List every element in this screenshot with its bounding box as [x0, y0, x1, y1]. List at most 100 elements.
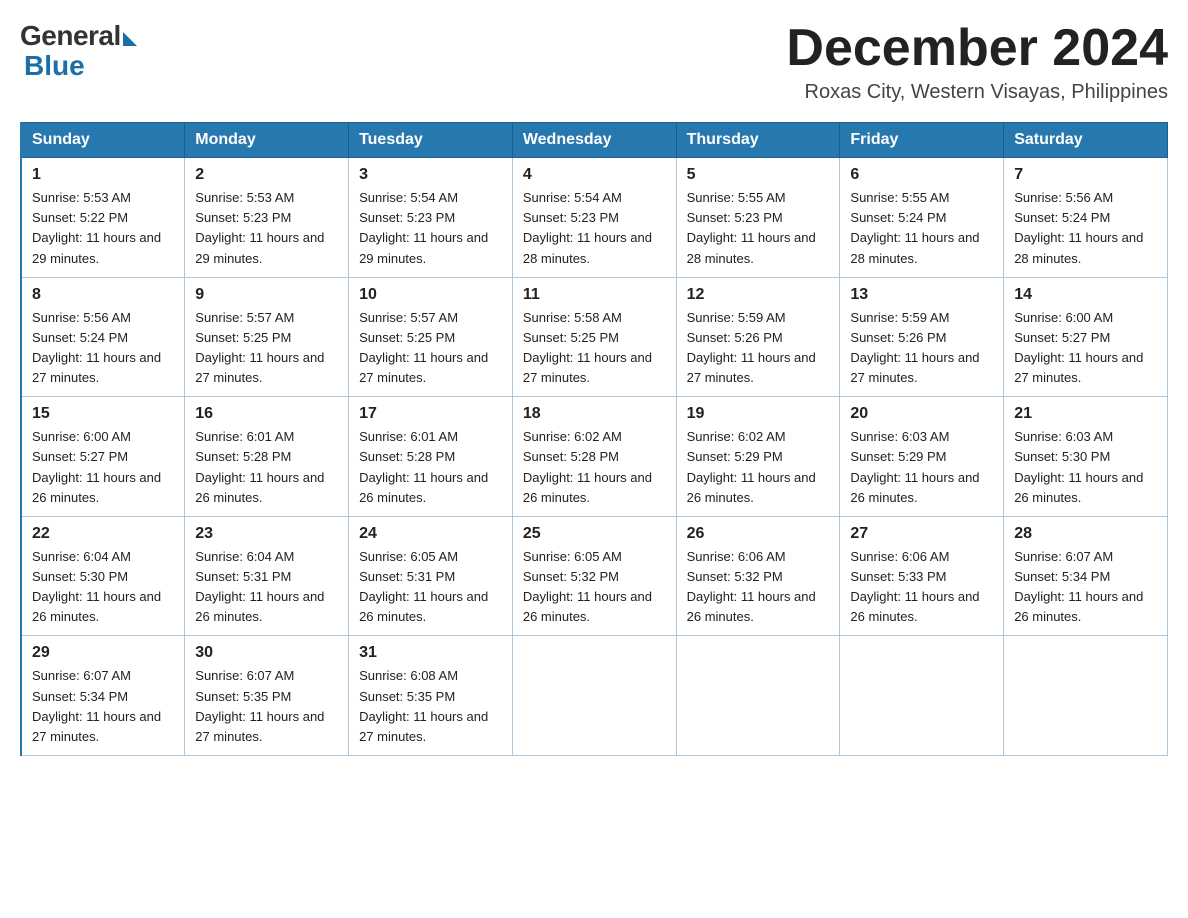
daylight-label: Daylight: 11 hours and 28 minutes.: [1014, 230, 1143, 265]
daylight-label: Daylight: 11 hours and 26 minutes.: [195, 589, 324, 624]
daylight-label: Daylight: 11 hours and 26 minutes.: [359, 589, 488, 624]
sunset-label: Sunset: 5:32 PM: [687, 569, 783, 584]
sunset-label: Sunset: 5:22 PM: [32, 210, 128, 225]
day-number: 12: [687, 286, 830, 304]
day-info: Sunrise: 6:07 AM Sunset: 5:34 PM Dayligh…: [1014, 547, 1157, 628]
calendar-cell: 24 Sunrise: 6:05 AM Sunset: 5:31 PM Dayl…: [349, 516, 513, 636]
calendar-cell: 28 Sunrise: 6:07 AM Sunset: 5:34 PM Dayl…: [1004, 516, 1168, 636]
daylight-label: Daylight: 11 hours and 28 minutes.: [687, 230, 816, 265]
sunset-label: Sunset: 5:23 PM: [359, 210, 455, 225]
calendar-cell: 4 Sunrise: 5:54 AM Sunset: 5:23 PM Dayli…: [512, 158, 676, 278]
sunrise-label: Sunrise: 5:55 AM: [687, 190, 786, 205]
day-of-week-header: Wednesday: [512, 123, 676, 158]
sunset-label: Sunset: 5:23 PM: [195, 210, 291, 225]
calendar-cell: 13 Sunrise: 5:59 AM Sunset: 5:26 PM Dayl…: [840, 277, 1004, 397]
sunrise-label: Sunrise: 6:06 AM: [687, 549, 786, 564]
day-of-week-header: Saturday: [1004, 123, 1168, 158]
day-number: 26: [687, 525, 830, 543]
sunset-label: Sunset: 5:24 PM: [850, 210, 946, 225]
daylight-label: Daylight: 11 hours and 26 minutes.: [195, 470, 324, 505]
calendar-table: SundayMondayTuesdayWednesdayThursdayFrid…: [20, 122, 1168, 756]
day-number: 22: [32, 525, 174, 543]
calendar-cell: 7 Sunrise: 5:56 AM Sunset: 5:24 PM Dayli…: [1004, 158, 1168, 278]
calendar-cell: 18 Sunrise: 6:02 AM Sunset: 5:28 PM Dayl…: [512, 397, 676, 517]
calendar-cell: 10 Sunrise: 5:57 AM Sunset: 5:25 PM Dayl…: [349, 277, 513, 397]
day-info: Sunrise: 5:57 AM Sunset: 5:25 PM Dayligh…: [359, 308, 502, 389]
calendar-cell: 15 Sunrise: 6:00 AM Sunset: 5:27 PM Dayl…: [21, 397, 185, 517]
day-info: Sunrise: 5:56 AM Sunset: 5:24 PM Dayligh…: [32, 308, 174, 389]
sunset-label: Sunset: 5:34 PM: [32, 689, 128, 704]
day-info: Sunrise: 6:06 AM Sunset: 5:33 PM Dayligh…: [850, 547, 993, 628]
daylight-label: Daylight: 11 hours and 28 minutes.: [850, 230, 979, 265]
daylight-label: Daylight: 11 hours and 27 minutes.: [523, 350, 652, 385]
sunrise-label: Sunrise: 6:01 AM: [359, 429, 458, 444]
sunrise-label: Sunrise: 5:57 AM: [195, 310, 294, 325]
daylight-label: Daylight: 11 hours and 26 minutes.: [523, 589, 652, 624]
sunrise-label: Sunrise: 6:07 AM: [195, 668, 294, 683]
calendar-cell: 14 Sunrise: 6:00 AM Sunset: 5:27 PM Dayl…: [1004, 277, 1168, 397]
daylight-label: Daylight: 11 hours and 27 minutes.: [850, 350, 979, 385]
month-year-title: December 2024: [786, 20, 1168, 77]
calendar-cell: 19 Sunrise: 6:02 AM Sunset: 5:29 PM Dayl…: [676, 397, 840, 517]
calendar-cell: 3 Sunrise: 5:54 AM Sunset: 5:23 PM Dayli…: [349, 158, 513, 278]
calendar-week-row: 1 Sunrise: 5:53 AM Sunset: 5:22 PM Dayli…: [21, 158, 1168, 278]
sunrise-label: Sunrise: 6:07 AM: [32, 668, 131, 683]
calendar-cell: 1 Sunrise: 5:53 AM Sunset: 5:22 PM Dayli…: [21, 158, 185, 278]
sunrise-label: Sunrise: 6:01 AM: [195, 429, 294, 444]
sunset-label: Sunset: 5:28 PM: [195, 449, 291, 464]
calendar-cell: 25 Sunrise: 6:05 AM Sunset: 5:32 PM Dayl…: [512, 516, 676, 636]
calendar-cell: [512, 636, 676, 756]
day-number: 30: [195, 644, 338, 662]
sunset-label: Sunset: 5:24 PM: [32, 330, 128, 345]
sunset-label: Sunset: 5:31 PM: [195, 569, 291, 584]
sunset-label: Sunset: 5:25 PM: [359, 330, 455, 345]
sunrise-label: Sunrise: 6:05 AM: [359, 549, 458, 564]
day-number: 19: [687, 405, 830, 423]
day-info: Sunrise: 6:02 AM Sunset: 5:29 PM Dayligh…: [687, 427, 830, 508]
sunrise-label: Sunrise: 5:56 AM: [1014, 190, 1113, 205]
sunset-label: Sunset: 5:26 PM: [850, 330, 946, 345]
sunrise-label: Sunrise: 6:07 AM: [1014, 549, 1113, 564]
calendar-cell: 16 Sunrise: 6:01 AM Sunset: 5:28 PM Dayl…: [185, 397, 349, 517]
day-number: 4: [523, 166, 666, 184]
day-number: 3: [359, 166, 502, 184]
day-number: 27: [850, 525, 993, 543]
daylight-label: Daylight: 11 hours and 26 minutes.: [32, 470, 161, 505]
day-of-week-header: Monday: [185, 123, 349, 158]
sunset-label: Sunset: 5:27 PM: [1014, 330, 1110, 345]
day-number: 8: [32, 286, 174, 304]
sunset-label: Sunset: 5:27 PM: [32, 449, 128, 464]
day-number: 14: [1014, 286, 1157, 304]
day-number: 7: [1014, 166, 1157, 184]
daylight-label: Daylight: 11 hours and 29 minutes.: [195, 230, 324, 265]
day-number: 13: [850, 286, 993, 304]
day-info: Sunrise: 6:05 AM Sunset: 5:32 PM Dayligh…: [523, 547, 666, 628]
daylight-label: Daylight: 11 hours and 29 minutes.: [32, 230, 161, 265]
day-info: Sunrise: 6:07 AM Sunset: 5:35 PM Dayligh…: [195, 666, 338, 747]
daylight-label: Daylight: 11 hours and 26 minutes.: [1014, 470, 1143, 505]
calendar-cell: 6 Sunrise: 5:55 AM Sunset: 5:24 PM Dayli…: [840, 158, 1004, 278]
daylight-label: Daylight: 11 hours and 26 minutes.: [687, 589, 816, 624]
sunrise-label: Sunrise: 5:59 AM: [850, 310, 949, 325]
sunrise-label: Sunrise: 5:55 AM: [850, 190, 949, 205]
sunset-label: Sunset: 5:28 PM: [359, 449, 455, 464]
day-info: Sunrise: 6:01 AM Sunset: 5:28 PM Dayligh…: [195, 427, 338, 508]
day-number: 17: [359, 405, 502, 423]
calendar-cell: 22 Sunrise: 6:04 AM Sunset: 5:30 PM Dayl…: [21, 516, 185, 636]
sunset-label: Sunset: 5:24 PM: [1014, 210, 1110, 225]
day-info: Sunrise: 5:57 AM Sunset: 5:25 PM Dayligh…: [195, 308, 338, 389]
daylight-label: Daylight: 11 hours and 27 minutes.: [687, 350, 816, 385]
day-of-week-header: Friday: [840, 123, 1004, 158]
calendar-week-row: 22 Sunrise: 6:04 AM Sunset: 5:30 PM Dayl…: [21, 516, 1168, 636]
day-number: 16: [195, 405, 338, 423]
sunset-label: Sunset: 5:23 PM: [523, 210, 619, 225]
day-number: 2: [195, 166, 338, 184]
day-info: Sunrise: 5:55 AM Sunset: 5:23 PM Dayligh…: [687, 188, 830, 269]
calendar-cell: 26 Sunrise: 6:06 AM Sunset: 5:32 PM Dayl…: [676, 516, 840, 636]
day-info: Sunrise: 6:03 AM Sunset: 5:30 PM Dayligh…: [1014, 427, 1157, 508]
sunrise-label: Sunrise: 6:04 AM: [32, 549, 131, 564]
day-info: Sunrise: 6:07 AM Sunset: 5:34 PM Dayligh…: [32, 666, 174, 747]
daylight-label: Daylight: 11 hours and 27 minutes.: [32, 350, 161, 385]
sunset-label: Sunset: 5:25 PM: [195, 330, 291, 345]
sunset-label: Sunset: 5:23 PM: [687, 210, 783, 225]
